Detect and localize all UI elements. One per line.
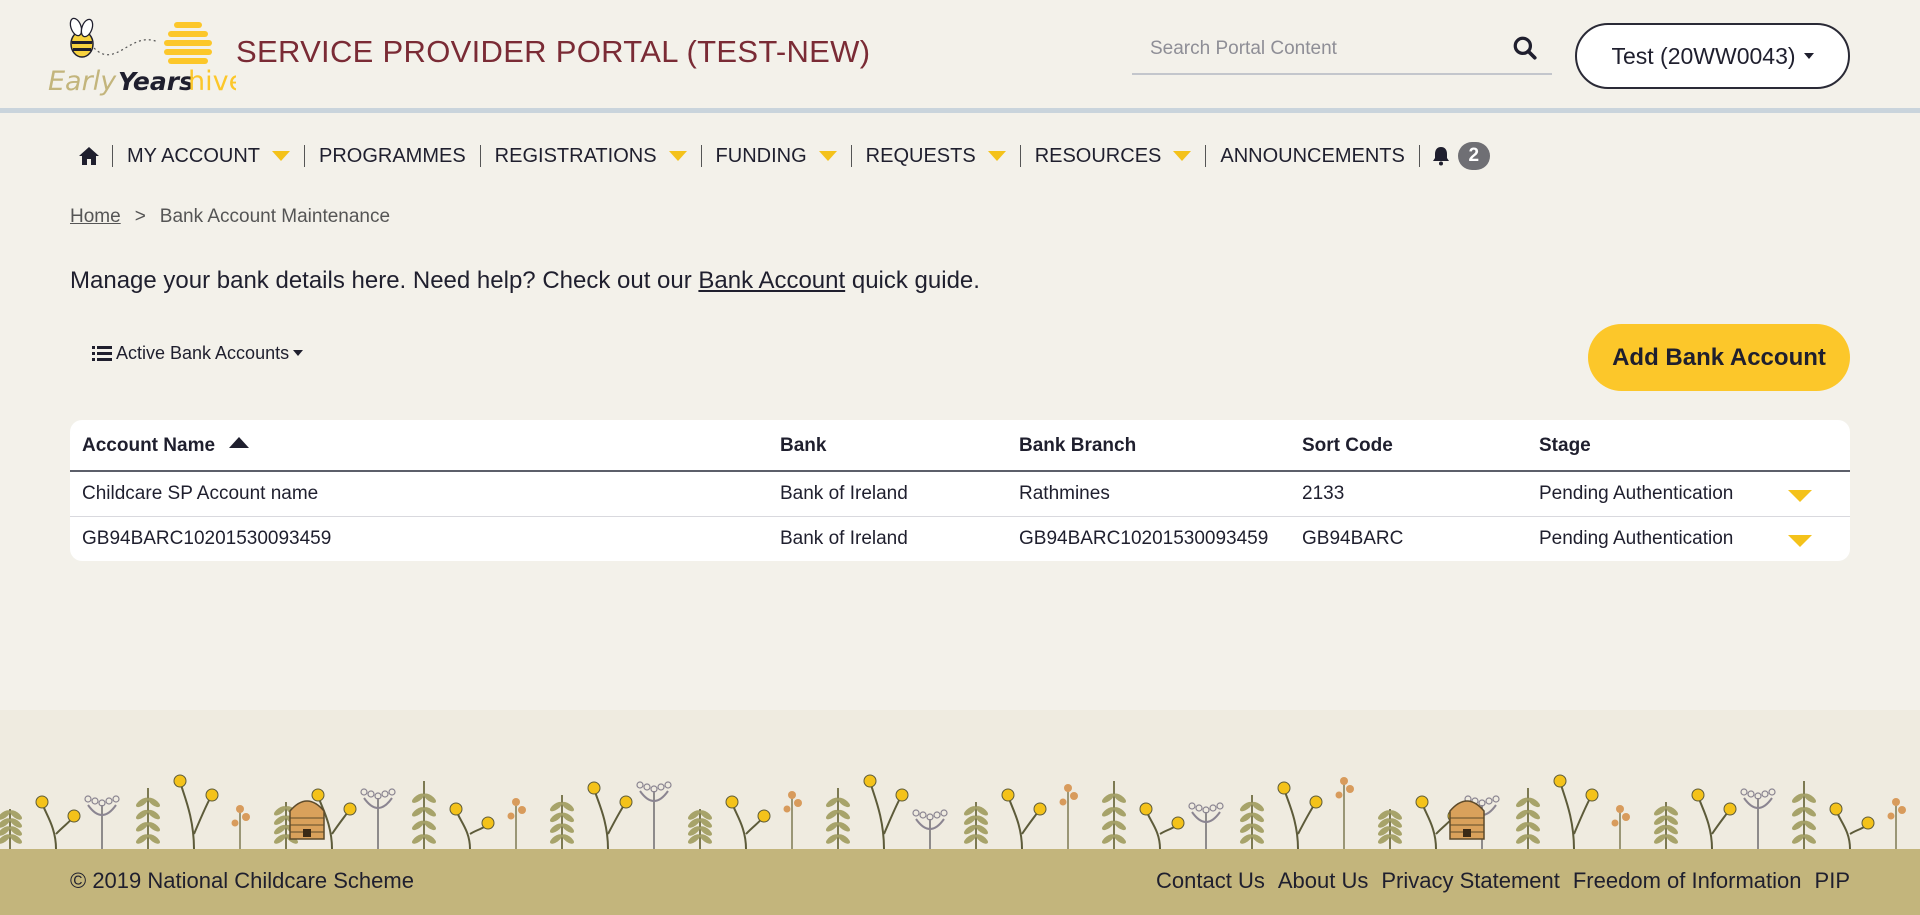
table-row[interactable]: GB94BARC10201530093459 Bank of Ireland G… [70, 517, 1850, 561]
cell-stage: Pending Authentication [1539, 528, 1734, 549]
home-icon [79, 147, 99, 165]
column-header-bank[interactable]: Bank [780, 435, 826, 457]
search-button[interactable] [1510, 34, 1540, 64]
nav-home[interactable] [70, 140, 112, 172]
bee-icon [69, 17, 159, 58]
cell-account-name: Childcare SP Account name [82, 483, 319, 504]
breadcrumb: Home > Bank Account Maintenance [70, 206, 390, 228]
caret-down-icon [271, 151, 290, 161]
footer-link-contact-us[interactable]: Contact Us [1156, 868, 1265, 894]
cell-bank: Bank of Ireland [780, 528, 908, 549]
search-icon [1513, 36, 1537, 60]
notification-count-badge: 2 [1457, 142, 1490, 170]
filter-label: Active Bank Accounts [116, 342, 290, 363]
caret-down-icon [1803, 53, 1814, 59]
svg-text:Early: Early [48, 66, 117, 97]
svg-text:Years: Years [118, 67, 194, 96]
nav-announcements[interactable]: ANNOUNCEMENTS [1206, 140, 1418, 172]
account-dropdown-button[interactable]: Test (20WW0043) [1575, 23, 1850, 89]
footer-link-pip[interactable]: PIP [1815, 868, 1850, 894]
chevron-down-icon [1788, 535, 1812, 547]
intro-after: quick guide. [845, 267, 980, 294]
copyright-text: © 2019 National Childcare Scheme [70, 868, 414, 893]
nav-label: REGISTRATIONS [494, 144, 657, 167]
intro-text: Manage your bank details here. Need help… [70, 267, 980, 295]
caret-down-icon [1173, 151, 1192, 161]
nav-label: PROGRAMMES [318, 144, 466, 167]
search-box [1132, 28, 1552, 75]
column-header-bank-branch[interactable]: Bank Branch [1019, 435, 1136, 457]
table-row[interactable]: Childcare SP Account name Bank of Irelan… [70, 472, 1850, 517]
nav-label: ANNOUNCEMENTS [1220, 144, 1405, 167]
cell-bank-branch: Rathmines [1019, 483, 1110, 504]
search-input[interactable] [1132, 28, 1502, 70]
nav-label: REQUESTS [865, 144, 976, 167]
site-header: Early Years hive SERVICE PROVIDER PORTAL… [0, 0, 1920, 113]
site-footer: © 2019 National Childcare Scheme Contact… [0, 849, 1920, 915]
column-header-account-name[interactable]: Account Name [82, 435, 250, 457]
nav-label: FUNDING [715, 144, 807, 167]
svg-text:hive: hive [188, 66, 236, 97]
cell-bank-branch: GB94BARC10201530093459 [1019, 528, 1269, 549]
nav-label: RESOURCES [1034, 144, 1162, 167]
intro-before: Manage your bank details here. Need help… [70, 267, 699, 294]
cell-account-name: GB94BARC10201530093459 [82, 528, 332, 549]
nav-my-account[interactable]: MY ACCOUNT [113, 140, 304, 172]
account-label: Test (20WW0043) [1611, 42, 1796, 69]
cell-stage: Pending Authentication [1539, 483, 1734, 504]
nav-notifications[interactable]: 2 [1420, 140, 1498, 172]
add-bank-account-button[interactable]: Add Bank Account [1588, 324, 1850, 391]
bell-icon [1432, 147, 1449, 166]
bank-accounts-table: Account Name Bank Bank Branch Sort Code … [70, 420, 1850, 561]
cell-sort-code: GB94BARC [1302, 528, 1404, 549]
nav-funding[interactable]: FUNDING [702, 140, 851, 172]
row-expand-button[interactable] [1788, 534, 1814, 548]
caret-down-icon [668, 151, 687, 161]
sort-ascending-icon [229, 437, 250, 449]
list-icon [92, 345, 112, 361]
column-header-sort-code[interactable]: Sort Code [1302, 435, 1393, 457]
caret-down-icon [818, 151, 837, 161]
caret-down-icon [987, 151, 1006, 161]
table-header: Account Name Bank Bank Branch Sort Code … [70, 420, 1850, 472]
nav-label: MY ACCOUNT [127, 144, 260, 167]
footer-decoration [0, 710, 1920, 850]
cell-sort-code: 2133 [1302, 483, 1345, 504]
column-header-stage[interactable]: Stage [1539, 435, 1591, 457]
column-label: Account Name [82, 435, 216, 456]
nav-registrations[interactable]: REGISTRATIONS [481, 140, 701, 172]
hive-icon [164, 22, 212, 64]
nav-programmes[interactable]: PROGRAMMES [305, 140, 480, 172]
cell-bank: Bank of Ireland [780, 483, 908, 504]
footer-link-freedom-of-information[interactable]: Freedom of Information [1573, 868, 1802, 894]
breadcrumb-separator: > [134, 206, 146, 227]
bank-account-guide-link[interactable]: Bank Account [698, 267, 845, 294]
nav-requests[interactable]: REQUESTS [852, 140, 1020, 172]
nav-resources[interactable]: RESOURCES [1021, 140, 1206, 172]
portal-title: SERVICE PROVIDER PORTAL (TEST-NEW) [236, 34, 871, 69]
active-bank-accounts-filter[interactable]: Active Bank Accounts [92, 341, 304, 365]
early-years-hive-logo[interactable]: Early Years hive [46, 10, 236, 98]
caret-down-icon [293, 350, 304, 356]
footer-link-about-us[interactable]: About Us [1278, 868, 1369, 894]
chevron-down-icon [1788, 490, 1812, 502]
footer-links: Contact Us About Us Privacy Statement Fr… [1156, 868, 1850, 894]
flower-border-illustration [0, 774, 1906, 850]
breadcrumb-home-link[interactable]: Home [70, 206, 121, 228]
footer-link-privacy-statement[interactable]: Privacy Statement [1381, 868, 1560, 894]
row-expand-button[interactable] [1788, 489, 1814, 503]
main-nav: MY ACCOUNT PROGRAMMES REGISTRATIONS FUND… [70, 140, 1498, 172]
breadcrumb-current: Bank Account Maintenance [159, 206, 391, 227]
